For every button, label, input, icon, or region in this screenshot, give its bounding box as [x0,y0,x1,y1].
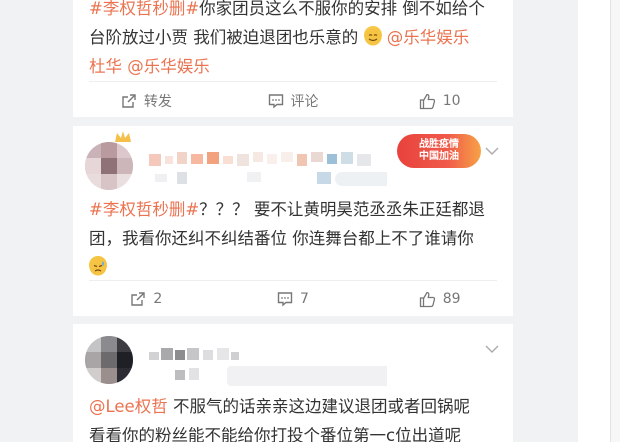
smile-emoji-icon [363,26,382,46]
hashtag-link[interactable]: #李权哲秒删# [89,0,199,18]
action-bar: 转发 评论 10 [73,81,513,121]
sweat-emoji-icon [89,256,107,276]
share-icon [131,292,146,306]
post-text: #李权哲秒删#？？？ 要不让黄明昊范丞丞朱正廷都退团，我看你还纠不纠结番位 你连… [89,195,501,282]
share-icon [122,94,136,108]
right-panel [578,0,610,442]
like-button[interactable]: 89 [366,291,513,308]
post-card: 战胜疫情 中国加油 #李权哲秒删#？？？ 要不让黄明昊范丞丞朱正廷都退团，我看你… [73,126,513,316]
campaign-badge: 战胜疫情 中国加油 [397,134,481,168]
mention-link[interactable]: @Lee权哲 [89,397,168,416]
blurred-nickname [149,152,387,186]
comment-icon [268,94,283,109]
like-button[interactable]: 10 [366,93,513,110]
hashtag-link[interactable]: #李权哲秒删# [89,200,199,219]
mention-link[interactable]: 杜华 [89,57,122,76]
thumbs-up-icon [419,291,435,307]
mention-link[interactable]: @乐华娱乐 [387,28,470,47]
thumbs-up-icon [419,93,435,109]
comment-icon [277,292,293,307]
post-card: #李权哲秒删#你家团员这么不服你的安排 倒不如给个台阶放过小贾 我们被迫退团也乐… [73,0,513,117]
crown-decoration-icon [115,131,131,142]
repost-button[interactable]: 2 [73,291,220,307]
repost-button[interactable]: 转发 [73,91,220,111]
mention-link[interactable]: @乐华娱乐 [127,57,210,76]
comment-button[interactable]: 评论 [220,91,367,111]
chevron-down-icon[interactable] [485,344,499,354]
blurred-nickname [149,348,387,386]
avatar[interactable] [85,336,133,384]
scrollbar-track[interactable] [610,0,620,442]
avatar[interactable] [85,142,133,190]
post-text: #李权哲秒删#你家团员这么不服你的安排 倒不如给个台阶放过小贾 我们被迫退团也乐… [89,0,485,76]
post-text: @Lee权哲 不服气的话亲亲这边建议退团或者回锅呢 看看你的粉丝能不能给你打投个… [89,397,470,442]
post-card: @Lee权哲 不服气的话亲亲这边建议退团或者回锅呢 看看你的粉丝能不能给你打投个… [73,324,513,442]
action-bar: 2 7 89 [73,279,513,319]
chevron-down-icon[interactable] [485,146,499,156]
comment-button[interactable]: 7 [220,291,367,307]
